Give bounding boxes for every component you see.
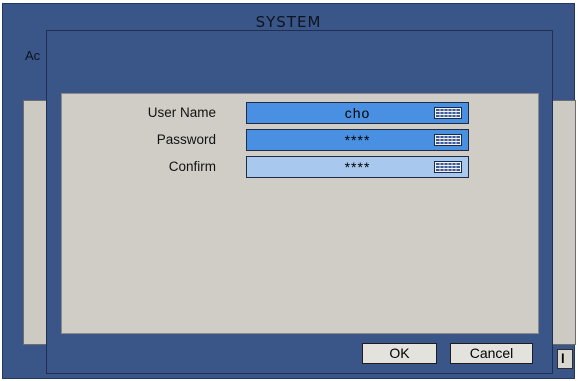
username-label: User Name [147, 105, 216, 120]
dialog-form-panel: User Name cho Password **** Confirm **** [61, 93, 539, 334]
keyboard-icon[interactable] [434, 161, 462, 173]
password-label: Password [156, 132, 216, 147]
cancel-button[interactable]: Cancel [450, 343, 533, 364]
username-field[interactable]: cho [246, 102, 469, 124]
background-button[interactable]: l [557, 349, 573, 369]
ok-button[interactable]: OK [362, 343, 437, 364]
user-account-dialog: User Name cho Password **** Confirm ****… [46, 30, 553, 374]
background-tab-label[interactable]: Ac [25, 48, 40, 63]
password-field[interactable]: **** [246, 129, 469, 151]
keyboard-icon[interactable] [434, 134, 462, 146]
confirm-label: Confirm [168, 159, 216, 174]
confirm-field[interactable]: **** [246, 156, 469, 178]
keyboard-icon[interactable] [434, 107, 462, 119]
